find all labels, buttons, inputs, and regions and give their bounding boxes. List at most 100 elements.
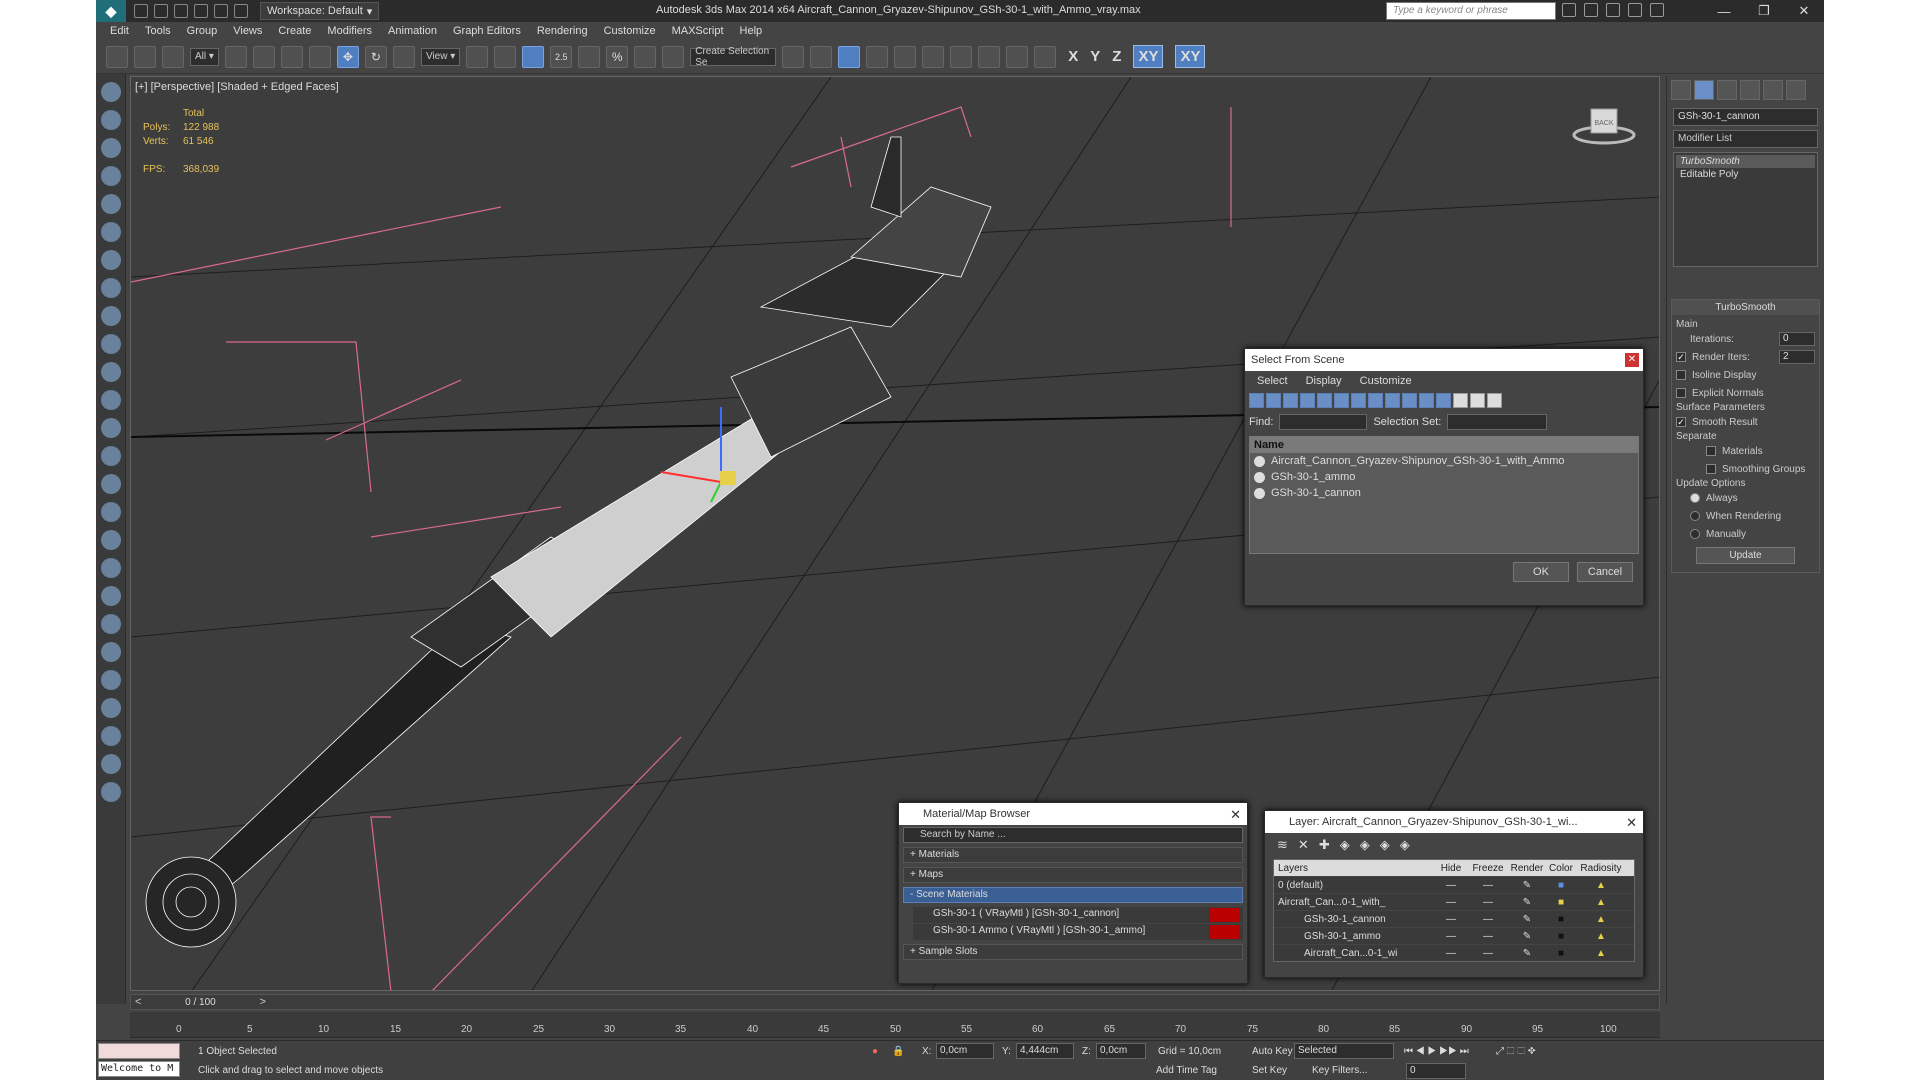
tool-icon[interactable] [100,362,121,382]
find-input[interactable] [1279,414,1368,430]
create-tab-icon[interactable] [1671,80,1691,100]
filter-icon[interactable] [1351,393,1366,408]
project-folder-icon[interactable] [234,4,248,18]
menu-tools[interactable]: Tools [145,25,171,37]
new-file-icon[interactable] [134,4,148,18]
angle-snap-icon[interactable] [578,45,601,68]
filter-icon[interactable] [1283,393,1298,408]
tool-icon[interactable] [100,698,121,718]
maxscript-output[interactable]: Welcome to M [98,1061,180,1077]
tool-icon[interactable] [100,418,121,438]
binoculars-icon[interactable] [1562,3,1576,17]
tool-icon[interactable] [100,334,121,354]
tool-icon[interactable] [100,530,121,550]
layer-tool-icon[interactable]: ≋ [1277,837,1288,853]
tool-icon[interactable] [100,558,121,578]
rect-selection-icon[interactable] [280,45,303,68]
select-rotate-icon[interactable]: ↻ [364,45,387,68]
select-menu-customize[interactable]: Customize [1360,375,1412,387]
current-frame-field[interactable]: 0 [1406,1063,1466,1079]
when-rendering-radio[interactable] [1690,511,1700,521]
close-icon[interactable]: ✕ [1784,0,1824,22]
turbosmooth-rollout-header[interactable]: TurboSmooth [1672,300,1819,315]
filter-icon[interactable] [1317,393,1332,408]
render-setup-icon[interactable] [978,45,1001,68]
menu-group[interactable]: Group [187,25,218,37]
select-by-name-icon[interactable] [252,45,275,68]
materials-checkbox[interactable] [1706,446,1716,456]
layer-row[interactable]: GSh-30-1_ammo — — ✎ ■ ▲ [1274,927,1634,944]
mirror-icon[interactable] [782,45,805,68]
materials-section[interactable]: + Materials [903,847,1243,863]
layer-row[interactable]: GSh-30-1_cannon — — ✎ ■ ▲ [1274,910,1634,927]
object-name-field[interactable]: GSh-30-1_cannon [1673,108,1818,126]
close-icon[interactable]: ✕ [1625,353,1639,367]
modify-tab-icon[interactable] [1694,80,1714,100]
align-icon[interactable] [810,45,833,68]
pivot-center-icon[interactable] [466,45,489,68]
axis-xy-button[interactable]: XY [1133,45,1164,68]
explicit-normals-checkbox[interactable] [1676,388,1686,398]
snaps-toggle-icon[interactable]: 2.5 [550,45,573,68]
tools-icon[interactable] [1584,3,1598,17]
tool-icon[interactable] [100,222,121,242]
menu-animation[interactable]: Animation [388,25,437,37]
tool-icon[interactable] [100,278,121,298]
selection-filter-dropdown[interactable]: All ▾ [190,47,219,66]
material-editor-icon[interactable] [950,45,973,68]
iterations-spinner[interactable]: 0 [1779,332,1815,346]
layer-row[interactable]: 0 (default) — — ✎ ■ ▲ [1274,876,1634,893]
viewcube[interactable]: BACK [1571,97,1637,147]
filter-icon[interactable] [1368,393,1383,408]
menu-create[interactable]: Create [278,25,311,37]
cancel-button[interactable]: Cancel [1577,562,1633,582]
spinner-snap-icon[interactable] [634,45,657,68]
material-search-input[interactable]: Search by Name ... [903,827,1243,843]
tool-icon[interactable] [100,474,121,494]
maximize-icon[interactable]: ❐ [1744,0,1784,22]
select-scale-icon[interactable] [392,45,415,68]
hierarchy-tab-icon[interactable] [1717,80,1737,100]
col-layers[interactable]: Layers [1274,863,1434,874]
axis-y-button[interactable]: Y [1090,48,1100,65]
menu-modifiers[interactable]: Modifiers [327,25,372,37]
select-none-icon[interactable] [1470,393,1485,408]
tool-icon[interactable] [100,138,121,158]
col-radiosity[interactable]: Radiosity [1576,863,1626,874]
filter-icon[interactable] [1436,393,1451,408]
save-file-icon[interactable] [174,4,188,18]
selection-set-dropdown[interactable] [1447,414,1548,430]
reference-coordinate-dropdown[interactable]: View ▾ [420,47,461,66]
filter-icon[interactable] [1385,393,1400,408]
tool-icon[interactable] [100,754,121,774]
filter-icon[interactable] [1249,393,1264,408]
update-button[interactable]: Update [1696,547,1795,564]
close-icon[interactable]: ✕ [1626,815,1637,831]
link-icon[interactable] [106,45,128,68]
x-coord-field[interactable]: 0,0cm [936,1043,994,1059]
col-hide[interactable]: Hide [1434,863,1468,874]
navigation-controls[interactable]: ⤢ ⬚ ⬚ ✥ [1496,1046,1536,1057]
filter-icon[interactable] [1402,393,1417,408]
menu-maxscript[interactable]: MAXScript [672,25,724,37]
lock-icon[interactable]: 🔒 [892,1046,904,1057]
open-file-icon[interactable] [154,4,168,18]
utilities-tab-icon[interactable] [1786,80,1806,100]
filter-icon[interactable] [1419,393,1434,408]
tool-icon[interactable] [100,166,121,186]
tool-icon[interactable] [100,726,121,746]
layer-tool-icon[interactable]: ◈ [1340,837,1350,853]
keyboard-shortcut-override-icon[interactable] [522,45,545,68]
tool-icon[interactable] [100,586,121,606]
set-key-button[interactable]: Set Key [1252,1065,1287,1076]
isolate-icon[interactable]: ● [872,1046,878,1057]
time-slider[interactable]: < 0 / 100 > [130,994,1660,1010]
material-browser-titlebar[interactable]: Material/Map Browser ✕ [899,803,1247,825]
axis-xy-cycle-button[interactable]: XY [1175,45,1206,68]
manipulate-icon[interactable] [494,45,517,68]
tool-icon[interactable] [100,614,121,634]
layer-row[interactable]: Aircraft_Can...0-1_wi — — ✎ ■ ▲ [1274,944,1634,961]
playback-controls[interactable]: ⏮ ◀ ▶ ▶▶ ⏭ [1404,1046,1469,1057]
tool-icon[interactable] [100,782,121,802]
menu-graph-editors[interactable]: Graph Editors [453,25,521,37]
